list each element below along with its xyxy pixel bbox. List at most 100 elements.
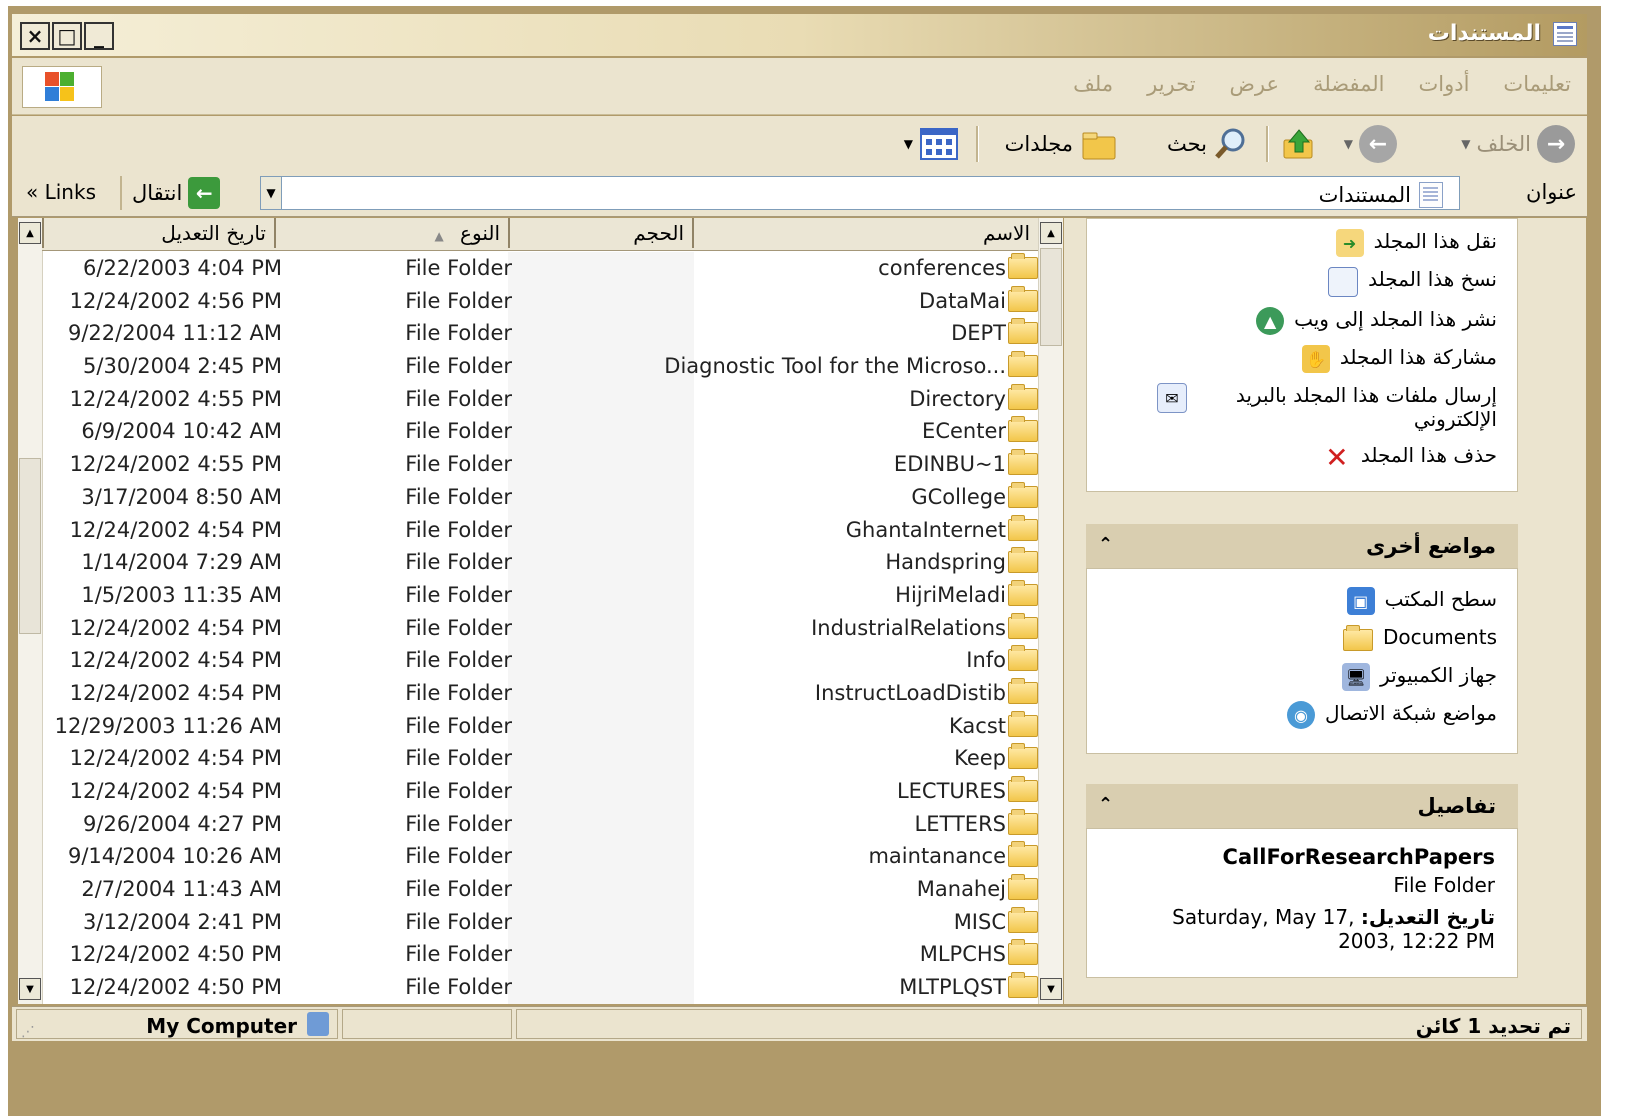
table-row[interactable]: 1/14/2004 7:29 AM File Folder Handspring: [42, 546, 1038, 579]
header-modified[interactable]: تاريخ التعديل: [42, 218, 274, 248]
file-name: conferences: [878, 256, 1006, 280]
scroll-thumb[interactable]: [1040, 248, 1062, 346]
task-email-folder[interactable]: ✉ إرسال ملفات هذا المجلد بالبريد الإلكتر…: [1157, 383, 1497, 431]
table-row[interactable]: 12/24/2002 4:50 PM File Folder MLTPLQST: [42, 971, 1038, 1004]
documents-icon: [1419, 182, 1443, 208]
table-row[interactable]: 5/30/2004 2:45 PM File Folder Diagnostic T…: [42, 350, 1038, 383]
address-input[interactable]: المستندات: [260, 176, 1460, 210]
links-label: Links: [44, 180, 96, 204]
up-folder-button[interactable]: [1281, 124, 1317, 164]
forward-dropdown-icon[interactable]: ▼: [1344, 137, 1353, 151]
task-label: مشاركة هذا المجلد: [1339, 345, 1497, 369]
table-row[interactable]: 12/24/2002 4:50 PM File Folder MLPCHS: [42, 938, 1038, 971]
menu-bar: ملف تحرير عرض المفضلة أدوات تعليمات: [12, 58, 1587, 115]
menu-favorites[interactable]: المفضلة: [1313, 72, 1384, 96]
menu-help[interactable]: تعليمات: [1503, 72, 1571, 96]
scroll-down-arrow-icon[interactable]: ▼: [19, 978, 41, 1000]
table-row[interactable]: 9/26/2004 4:27 PM File Folder LETTERS: [42, 808, 1038, 841]
table-row[interactable]: 6/9/2004 10:42 AM File Folder ECenter: [42, 415, 1038, 448]
go-button[interactable]: ← انتقال: [132, 176, 221, 210]
details-header[interactable]: ⌃ تفاصيل: [1086, 784, 1518, 828]
cell-type: File Folder: [405, 582, 512, 607]
place-label: Documents: [1382, 625, 1497, 649]
table-row[interactable]: 3/17/2004 8:50 AM File Folder GCollege: [42, 481, 1038, 514]
table-row[interactable]: 12/24/2002 4:54 PM File Folder InstructLoa…: [42, 677, 1038, 710]
table-row[interactable]: 12/24/2002 4:55 PM File Folder EDINBU~1: [42, 448, 1038, 481]
menu-edit[interactable]: تحرير: [1147, 72, 1195, 96]
cell-type: File Folder: [405, 713, 512, 738]
file-list[interactable]: ▲ ▼ تاريخ التعديل النوع ▲ الحجم الاسم 6/…: [18, 218, 1063, 1004]
table-row[interactable]: 12/24/2002 4:54 PM File Folder GhantaInter…: [42, 514, 1038, 547]
menu-file[interactable]: ملف: [1073, 72, 1113, 96]
header-type[interactable]: النوع ▲: [274, 218, 508, 248]
folder-icon: [1008, 874, 1038, 901]
table-row[interactable]: 12/24/2002 4:56 PM File Folder DataMai: [42, 285, 1038, 318]
table-row[interactable]: 12/24/2002 4:54 PM File Folder Keep: [42, 742, 1038, 775]
cell-name: DEPT: [518, 317, 1038, 349]
place-my-computer[interactable]: 🖥 جهاز الكمبيوتر: [1342, 663, 1497, 691]
views-dropdown-icon[interactable]: ▼: [904, 137, 913, 151]
file-name: ECenter: [922, 419, 1006, 444]
place-desktop[interactable]: ▣ سطح المكتب: [1346, 587, 1497, 615]
table-row[interactable]: 12/24/2002 4:55 PM File Folder Directory: [42, 383, 1038, 416]
folders-button[interactable]: مجلدات: [1005, 124, 1119, 164]
task-delete-folder[interactable]: ✕ حذف هذا المجلد: [1323, 441, 1497, 474]
address-dropdown-icon[interactable]: ▼: [260, 176, 282, 210]
close-button[interactable]: ×: [20, 22, 50, 50]
task-publish-web[interactable]: ▲ نشر هذا المجلد إلى ويب: [1256, 307, 1497, 335]
scroll-up-arrow-icon[interactable]: ▲: [1040, 222, 1062, 244]
scroll-down-arrow-icon[interactable]: ▼: [1040, 978, 1062, 1000]
folder-icon: [1008, 972, 1038, 999]
place-documents[interactable]: Documents: [1342, 625, 1497, 651]
scroll-up-arrow-icon[interactable]: ▲: [19, 222, 41, 244]
network-icon: ◉: [1286, 701, 1315, 729]
header-name[interactable]: الاسم: [692, 218, 1038, 248]
task-move-folder[interactable]: ➜ نقل هذا المجلد: [1335, 229, 1497, 257]
cell-name: ECenter: [518, 415, 1038, 447]
search-button[interactable]: بحث: [1167, 124, 1247, 164]
table-row[interactable]: 12/24/2002 4:54 PM File Folder IndustrialR…: [42, 612, 1038, 645]
maximize-button[interactable]: □: [52, 22, 82, 50]
table-row[interactable]: 9/14/2004 10:26 AM File Folder maintanance: [42, 840, 1038, 873]
header-size[interactable]: الحجم: [508, 218, 692, 248]
table-row[interactable]: 1/5/2003 11:35 AM File Folder HijriMeladi: [42, 579, 1038, 612]
publish-web-icon: ▲: [1256, 307, 1285, 335]
place-network[interactable]: ◉ مواضع شبكة الاتصال: [1286, 701, 1497, 729]
folder-icon: [1008, 743, 1038, 770]
toolbar: → الخلف ▼ ← ▼ بحث مجلدات ▼: [12, 116, 1587, 173]
collapse-icon[interactable]: ⌃: [1098, 794, 1113, 815]
links-button[interactable]: « Links: [26, 180, 96, 204]
table-row[interactable]: 6/22/2003 4:04 PM File Folder conferences: [42, 252, 1038, 285]
back-dropdown-icon[interactable]: ▼: [1461, 137, 1470, 151]
table-row[interactable]: 3/12/2004 2:41 PM File Folder MISC: [42, 906, 1038, 939]
status-selection: تم تحديد 1 كائن: [516, 1009, 1582, 1039]
file-name: maintanance: [868, 844, 1006, 869]
scroll-thumb[interactable]: [19, 458, 41, 634]
cell-type: File Folder: [405, 321, 512, 346]
task-label: نقل هذا المجلد: [1373, 229, 1497, 253]
other-places-header[interactable]: ⌃ مواضع أخرى: [1086, 524, 1518, 568]
toolbar-separator: [1266, 126, 1269, 162]
horizontal-scrollbar[interactable]: ▲ ▼: [18, 218, 43, 1004]
table-row[interactable]: 2/7/2004 11:43 AM File Folder Manahej: [42, 873, 1038, 906]
table-row[interactable]: 12/29/2003 11:26 AM File Folder Kacst: [42, 710, 1038, 743]
table-row[interactable]: 9/22/2004 11:12 AM File Folder DEPT: [42, 317, 1038, 350]
table-row[interactable]: 12/24/2002 4:54 PM File Folder LECTURES: [42, 775, 1038, 808]
collapse-icon[interactable]: ⌃: [1098, 534, 1113, 555]
menu-tools[interactable]: أدوات: [1418, 72, 1469, 96]
minimize-button[interactable]: _: [84, 22, 114, 50]
file-name: DEPT: [951, 321, 1006, 346]
back-button[interactable]: → الخلف ▼: [1461, 124, 1575, 164]
file-name: GCollege: [911, 484, 1006, 509]
cell-type: File Folder: [405, 452, 512, 477]
task-share-folder[interactable]: ✋ مشاركة هذا المجلد: [1301, 345, 1497, 373]
table-row[interactable]: 12/24/2002 4:54 PM File Folder Info: [42, 644, 1038, 677]
vertical-scrollbar[interactable]: ▲ ▼: [1038, 218, 1063, 1004]
task-copy-folder[interactable]: نسخ هذا المجلد: [1328, 267, 1497, 297]
menu-view[interactable]: عرض: [1230, 72, 1280, 96]
cell-modified: 12/24/2002 4:54 PM: [69, 615, 282, 640]
views-button[interactable]: ▼: [904, 124, 959, 164]
file-name: Handspring: [885, 550, 1006, 575]
forward-button[interactable]: ← ▼: [1344, 124, 1397, 164]
windows-flag-icon: [45, 72, 75, 102]
